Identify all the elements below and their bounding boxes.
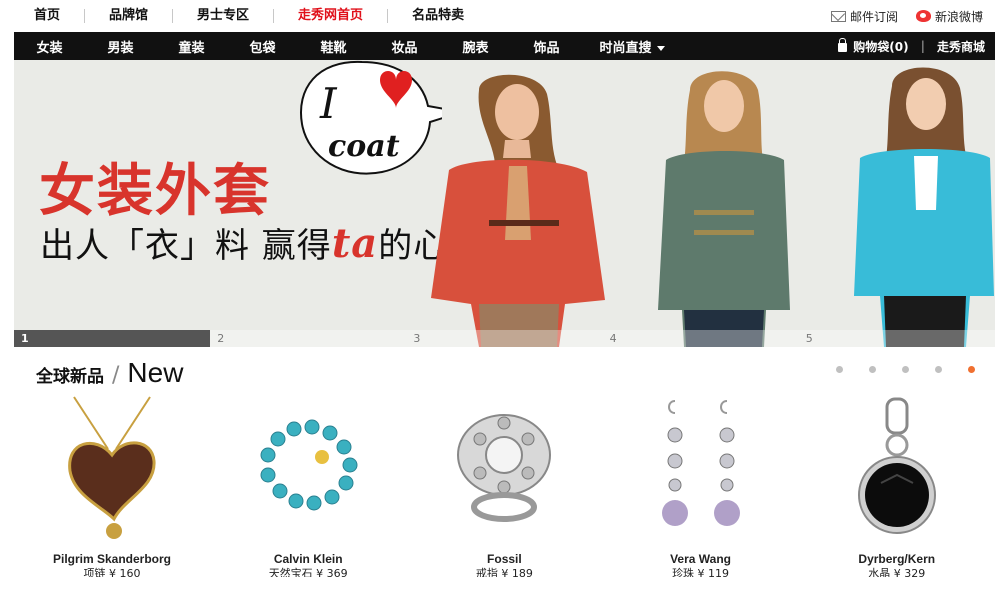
category-bags[interactable]: 包袋: [227, 37, 298, 56]
category-kids[interactable]: 童装: [156, 37, 227, 56]
top-nav-sale[interactable]: 名品特卖: [387, 9, 488, 23]
weibo-link[interactable]: 新浪微博: [915, 8, 983, 25]
category-men[interactable]: 男装: [85, 37, 156, 56]
product-brand[interactable]: Dyrberg/Kern: [799, 552, 995, 566]
model-red-blazer-image: [431, 74, 605, 347]
category-shoes[interactable]: 鞋靴: [298, 37, 369, 56]
product-price: 珍珠 ¥ 119: [672, 567, 730, 577]
category-nav: 女装 男装 童装 包袋 鞋靴 妆品 腕表 饰品 时尚直搜 购物袋(0) | 走秀…: [14, 32, 995, 60]
slide-tab-5[interactable]: 5: [798, 330, 995, 347]
ring-image: [457, 414, 552, 522]
cart-area: 购物袋(0) | 走秀商城: [838, 32, 985, 60]
product-price: 项链 ¥ 160: [83, 567, 141, 577]
pager-dot-3[interactable]: [902, 366, 909, 373]
product-price: 水晶 ¥ 329: [868, 567, 926, 577]
category-watches[interactable]: 腕表: [440, 37, 511, 56]
new-arrivals-heading: 全球新品 / New: [36, 357, 183, 389]
weibo-icon: [915, 10, 931, 22]
top-nav-home[interactable]: 首页: [14, 9, 84, 23]
model-green-jacket-image: [658, 71, 790, 347]
shopping-bag-link[interactable]: 购物袋(0): [853, 38, 908, 55]
banner-subtitle-ta: ta: [331, 220, 379, 267]
heart-necklace-image: [68, 396, 156, 539]
chevron-down-icon: [656, 45, 665, 51]
top-bar: 首页 品牌馆 男士专区 走秀网首页 名品特卖 邮件订阅 新浪微博: [0, 0, 995, 32]
bubble-i-text: I: [319, 79, 338, 128]
mail-subscribe-link[interactable]: 邮件订阅: [830, 8, 898, 25]
crystal-pendant-image: [857, 397, 936, 534]
product-brand[interactable]: Pilgrim Skanderborg: [14, 552, 210, 566]
banner-subtitle-part1: 出人「衣」料 赢得: [40, 226, 332, 266]
carousel-pager: [836, 366, 975, 373]
category-women[interactable]: 女装: [14, 37, 85, 56]
product-card[interactable]: Calvin Klein 天然宝石 ¥ 369: [210, 395, 406, 616]
top-nav-brand-hall[interactable]: 品牌馆: [84, 9, 172, 23]
pager-dot-2[interactable]: [869, 366, 876, 373]
product-price: 天然宝石 ¥ 369: [268, 567, 348, 577]
product-brand[interactable]: Vera Wang: [603, 552, 799, 566]
product-card[interactable]: Vera Wang 珍珠 ¥ 119: [603, 395, 799, 616]
top-right-links: 邮件订阅 新浪微博: [830, 0, 983, 32]
product-price: 戒指 ¥ 189: [475, 567, 533, 577]
pager-dot-1[interactable]: [836, 366, 843, 373]
top-nav-men[interactable]: 男士专区: [172, 9, 273, 23]
fashion-search-dropdown[interactable]: 时尚直搜: [582, 37, 682, 56]
category-accessories[interactable]: 饰品: [511, 37, 582, 56]
slide-tab-4[interactable]: 4: [602, 330, 799, 347]
slide-tab-3[interactable]: 3: [406, 330, 603, 347]
section-title-en: New: [127, 357, 184, 388]
section-title-slash: /: [112, 363, 120, 388]
bubble-coat-text: coat: [328, 129, 400, 164]
model-turquoise-blazer-image: [854, 67, 994, 347]
product-list: Pilgrim Skanderborg 项链 ¥ 160 Calvin Klei…: [14, 395, 995, 616]
banner-subtitle: 出人「衣」料 赢得ta的心: [40, 218, 448, 267]
pager-dot-5[interactable]: [968, 366, 975, 373]
hero-banner[interactable]: 女装外套 出人「衣」料 赢得ta的心 I coat 1 2 3 4 5: [14, 60, 995, 347]
category-beauty[interactable]: 妆品: [369, 37, 440, 56]
slide-tab-2[interactable]: 2: [210, 330, 407, 347]
lock-icon: [838, 38, 848, 52]
mail-subscribe-label: 邮件订阅: [849, 9, 898, 24]
slide-tab-1[interactable]: 1: [14, 330, 211, 347]
top-nav-xiu-home[interactable]: 走秀网首页: [273, 9, 387, 23]
banner-headline: 女装外套: [39, 159, 271, 224]
product-brand[interactable]: Fossil: [406, 552, 602, 566]
section-title-cn: 全球新品: [36, 367, 104, 387]
product-card[interactable]: Pilgrim Skanderborg 项链 ¥ 160: [14, 395, 210, 616]
weibo-label: 新浪微博: [934, 9, 983, 24]
divider: |: [920, 39, 925, 53]
mail-icon: [830, 10, 846, 22]
top-nav: 首页 品牌馆 男士专区 走秀网首页 名品特卖: [14, 0, 488, 32]
product-card[interactable]: Dyrberg/Kern 水晶 ¥ 329: [799, 395, 995, 616]
banner-slide-tabs: 1 2 3 4 5: [14, 330, 995, 347]
product-card[interactable]: Fossil 戒指 ¥ 189: [406, 395, 602, 616]
product-brand[interactable]: Calvin Klein: [210, 552, 406, 566]
pager-dot-4[interactable]: [935, 366, 942, 373]
turquoise-bracelet-image: [260, 419, 358, 511]
xiu-mall-link[interactable]: 走秀商城: [937, 38, 985, 55]
fashion-search-label: 时尚直搜: [599, 40, 652, 56]
pearl-earrings-image: [661, 400, 740, 526]
